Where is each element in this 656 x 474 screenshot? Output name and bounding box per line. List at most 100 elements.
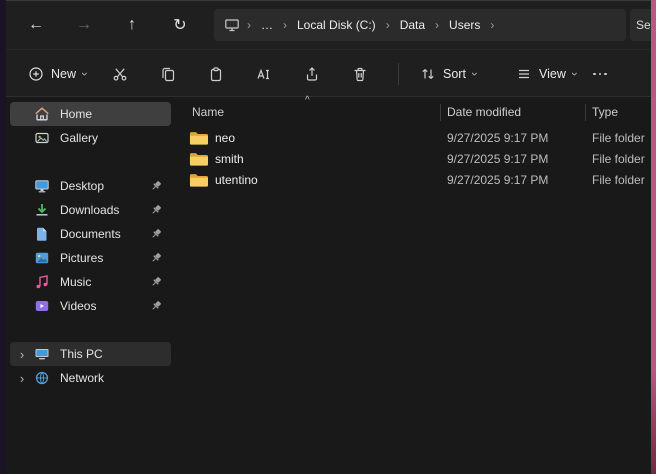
rename-icon bbox=[256, 66, 272, 82]
sidebar-item-home[interactable]: Home bbox=[10, 102, 171, 126]
navigation-pane: Home Gallery bbox=[6, 97, 175, 474]
sidebar-item-music[interactable]: Music bbox=[10, 270, 171, 294]
desktop-edge-left bbox=[0, 0, 6, 474]
pin-icon bbox=[149, 179, 163, 193]
sidebar-item-label: Documents bbox=[60, 227, 149, 241]
gallery-icon bbox=[34, 130, 50, 146]
rename-button[interactable] bbox=[246, 58, 282, 90]
folder-icon bbox=[189, 152, 208, 167]
toolbar-separator bbox=[398, 63, 399, 85]
file-row-utentino[interactable]: utentino 9/27/2025 9:17 PM File folder bbox=[175, 170, 647, 191]
forward-icon: → bbox=[76, 16, 92, 34]
sort-button[interactable]: Sort › bbox=[410, 58, 487, 90]
new-button[interactable]: New › bbox=[18, 58, 97, 90]
sidebar-item-label: This PC bbox=[60, 347, 171, 361]
column-divider[interactable] bbox=[585, 104, 586, 121]
sidebar-item-label: Videos bbox=[60, 299, 149, 313]
this-pc-icon bbox=[34, 346, 50, 362]
chevron-down-icon: › bbox=[569, 72, 581, 76]
search-box[interactable]: Se bbox=[630, 9, 651, 41]
trash-icon bbox=[352, 66, 368, 82]
sidebar-item-label: Desktop bbox=[60, 179, 149, 193]
file-date-modified: 9/27/2025 9:17 PM bbox=[447, 173, 548, 187]
file-name: neo bbox=[215, 131, 235, 145]
pin-icon bbox=[149, 227, 163, 241]
up-button[interactable]: ↑ bbox=[116, 9, 148, 41]
view-button[interactable]: View › bbox=[506, 58, 587, 90]
up-icon: ↑ bbox=[128, 16, 136, 34]
navigation-bar: ← → ↑ ↻ › … › Local Disk (C:) bbox=[6, 1, 651, 49]
breadcrumb-chevron-icon: › bbox=[384, 13, 392, 37]
sidebar-item-label: Network bbox=[60, 371, 171, 385]
sidebar-item-desktop[interactable]: Desktop bbox=[10, 174, 171, 198]
view-button-label: View bbox=[539, 67, 566, 81]
share-button[interactable] bbox=[294, 58, 330, 90]
sidebar-item-label: Music bbox=[60, 275, 149, 289]
cut-button[interactable] bbox=[102, 58, 138, 90]
pictures-icon bbox=[34, 250, 50, 266]
copy-button[interactable] bbox=[150, 58, 186, 90]
forward-button[interactable]: → bbox=[68, 9, 100, 41]
pin-icon bbox=[149, 203, 163, 217]
pin-icon bbox=[149, 275, 163, 289]
more-options-icon bbox=[604, 73, 607, 76]
file-name: utentino bbox=[215, 173, 258, 187]
breadcrumb-item-data[interactable]: Data bbox=[393, 13, 432, 37]
file-name: smith bbox=[215, 152, 244, 166]
breadcrumb-chevron-icon: › bbox=[281, 13, 289, 37]
back-button[interactable]: ← bbox=[20, 9, 52, 41]
more-options-icon bbox=[593, 73, 596, 76]
paste-button[interactable] bbox=[198, 58, 234, 90]
search-text: Se bbox=[636, 18, 651, 32]
sidebar-item-gallery[interactable]: Gallery bbox=[10, 126, 171, 150]
breadcrumb-chevron-icon: › bbox=[433, 13, 441, 37]
expand-chevron-icon[interactable]: › bbox=[10, 371, 34, 386]
sidebar-item-label: Downloads bbox=[60, 203, 149, 217]
more-options-button[interactable] bbox=[584, 58, 616, 90]
back-icon: ← bbox=[28, 16, 44, 34]
file-type: File folder bbox=[592, 173, 645, 187]
file-row-neo[interactable]: neo 9/27/2025 9:17 PM File folder bbox=[175, 128, 647, 149]
file-date-modified: 9/27/2025 9:17 PM bbox=[447, 131, 548, 145]
column-header-type[interactable]: Type bbox=[592, 105, 618, 119]
sidebar-item-label: Gallery bbox=[60, 131, 171, 145]
network-icon bbox=[34, 370, 50, 386]
sidebar-item-pictures[interactable]: Pictures bbox=[10, 246, 171, 270]
sidebar-item-documents[interactable]: Documents bbox=[10, 222, 171, 246]
copy-icon bbox=[160, 66, 176, 82]
breadcrumb-overflow[interactable]: … bbox=[254, 13, 280, 37]
sidebar-item-network[interactable]: › Network bbox=[10, 366, 171, 390]
chevron-down-icon: › bbox=[79, 72, 91, 76]
share-icon bbox=[304, 66, 320, 82]
file-explorer-window: ← → ↑ ↻ › … › Local Disk (C:) bbox=[0, 0, 656, 474]
scissors-icon bbox=[112, 66, 128, 82]
sidebar-item-this-pc[interactable]: › This PC bbox=[10, 342, 171, 366]
desktop-icon bbox=[34, 178, 50, 194]
sidebar-item-label: Pictures bbox=[60, 251, 149, 265]
refresh-button[interactable]: ↻ bbox=[164, 9, 196, 41]
refresh-icon: ↻ bbox=[173, 15, 186, 35]
new-button-label: New bbox=[51, 67, 76, 81]
delete-button[interactable] bbox=[342, 58, 378, 90]
breadcrumb-item-users[interactable]: Users bbox=[442, 13, 487, 37]
file-list-pane: ^ Name Date modified Type neo bbox=[175, 97, 651, 474]
chevron-down-icon: › bbox=[469, 72, 481, 76]
file-date-modified: 9/27/2025 9:17 PM bbox=[447, 152, 548, 166]
desktop-edge-right bbox=[651, 0, 656, 474]
expand-chevron-icon[interactable]: › bbox=[10, 347, 34, 362]
breadcrumb-item-local-disk-c[interactable]: Local Disk (C:) bbox=[290, 13, 383, 37]
column-divider[interactable] bbox=[440, 104, 441, 121]
address-bar[interactable]: › … › Local Disk (C:) › Data › Users › bbox=[214, 9, 626, 41]
sort-button-label: Sort bbox=[443, 67, 466, 81]
column-header-name[interactable]: Name bbox=[192, 105, 224, 119]
command-toolbar: New › bbox=[6, 49, 651, 97]
documents-icon bbox=[34, 226, 50, 242]
column-header-date-modified[interactable]: Date modified bbox=[447, 105, 521, 119]
plus-circle-icon bbox=[28, 66, 44, 82]
file-row-smith[interactable]: smith 9/27/2025 9:17 PM File folder bbox=[175, 149, 647, 170]
downloads-icon bbox=[34, 202, 50, 218]
column-headers: Name Date modified Type bbox=[175, 103, 651, 123]
folder-icon bbox=[189, 173, 208, 188]
sidebar-item-downloads[interactable]: Downloads bbox=[10, 198, 171, 222]
sidebar-item-videos[interactable]: Videos bbox=[10, 294, 171, 318]
